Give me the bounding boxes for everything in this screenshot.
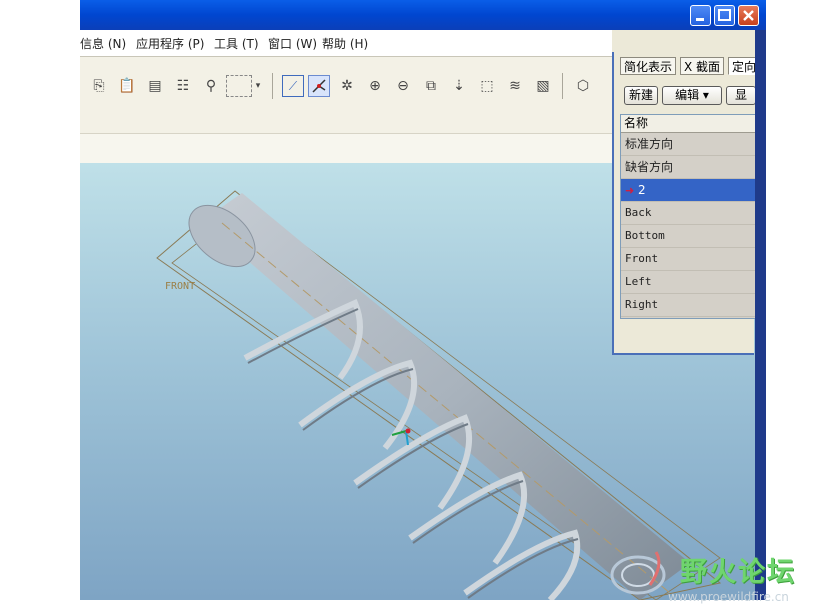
spin-center-icon[interactable] (308, 75, 330, 97)
copy-icon[interactable]: ⎘ (88, 75, 110, 97)
list-item[interactable]: 标准方向 (621, 133, 755, 156)
list-item[interactable]: Back (621, 202, 755, 225)
view-manager-panel: 简化表示 X 截面 定向 新建 编辑 ▾ 显 名称 标准方向 缺省方向 ➜ 2 … (612, 52, 761, 355)
title-bar (80, 0, 766, 30)
edit-dropdown-button[interactable]: 编辑 ▾ (662, 86, 722, 105)
list-item[interactable]: Left (621, 271, 755, 294)
toolbar-separator (272, 73, 273, 99)
layer-icon[interactable]: ⬚ (476, 75, 498, 97)
shaded-icon[interactable]: ⬡ (572, 75, 594, 97)
watermark-title: 野火论坛 (680, 557, 796, 588)
status-strip (80, 133, 612, 165)
close-icon (743, 10, 754, 21)
list-item[interactable]: Right (621, 294, 755, 317)
regenerate-icon[interactable]: ☷ (172, 75, 194, 97)
minimize-button[interactable] (690, 5, 711, 26)
list-item[interactable]: Bottom (621, 225, 755, 248)
find-icon[interactable]: ⚲ (200, 75, 222, 97)
paste-icon[interactable]: 📋 (116, 75, 138, 97)
minimize-icon (696, 18, 704, 21)
list-item[interactable]: Front (621, 248, 755, 271)
menu-tools[interactable]: 工具 (T) (214, 35, 259, 52)
zoom-out-icon[interactable]: ⊖ (392, 75, 414, 97)
dropdown-arrow-icon[interactable]: ▾ (252, 75, 264, 97)
menu-bar: 信息 (N) 应用程序 (P) 工具 (T) 窗口 (W) 帮助 (H) (80, 30, 612, 57)
menu-window[interactable]: 窗口 (W) (268, 35, 317, 52)
orient-view-list: 名称 标准方向 缺省方向 ➜ 2 Back Bottom Front Left … (620, 114, 756, 319)
window-edge-scrollbar (755, 30, 766, 600)
tab-cross-section[interactable]: X 截面 (680, 57, 725, 75)
datum-plane-label: FRONT (165, 281, 195, 292)
watermark: 野火论坛 www.proewildfire.cn (608, 540, 820, 615)
list-item-label: 2 (638, 183, 646, 197)
close-button[interactable] (738, 5, 759, 26)
display-style-icon[interactable]: ▧ (532, 75, 554, 97)
new-view-button[interactable]: 新建 (624, 86, 658, 105)
list-item[interactable]: 缺省方向 (621, 156, 755, 179)
tab-simplified-rep[interactable]: 简化表示 (620, 57, 677, 75)
refit-icon[interactable]: ⧉ (420, 75, 442, 97)
named-view-icon[interactable]: ⇣ (448, 75, 470, 97)
toolbar-separator (562, 73, 563, 99)
list-header-name: 名称 (621, 115, 755, 133)
orient-mode-icon[interactable]: ✲ (336, 75, 358, 97)
view-manager-icon[interactable]: ≋ (504, 75, 526, 97)
active-arrow-icon: ➜ (625, 184, 635, 197)
maximize-icon (718, 9, 731, 21)
menu-info[interactable]: 信息 (N) (80, 35, 126, 52)
menu-help[interactable]: 帮助 (H) (322, 35, 368, 52)
zoom-in-icon[interactable]: ⊕ (364, 75, 386, 97)
list-item-selected[interactable]: ➜ 2 (621, 179, 755, 202)
selection-box-icon[interactable] (226, 75, 252, 97)
application-window: 信息 (N) 应用程序 (P) 工具 (T) 窗口 (W) 帮助 (H) ⎘ 📋… (80, 0, 766, 600)
menu-applications[interactable]: 应用程序 (P) (136, 35, 204, 52)
maximize-button[interactable] (714, 5, 735, 26)
paste-special-icon[interactable]: ▤ (144, 75, 166, 97)
toolbar: ⎘ 📋 ▤ ☷ ⚲ ▾ ⟋ ✲ ⊕ ⊖ ⧉ ⇣ ⬚ ≋ ▧ ⬡ (80, 57, 612, 133)
repaint-icon[interactable]: ⟋ (282, 75, 304, 97)
watermark-url: www.proewildfire.cn (668, 590, 789, 604)
display-button[interactable]: 显 (726, 86, 756, 105)
